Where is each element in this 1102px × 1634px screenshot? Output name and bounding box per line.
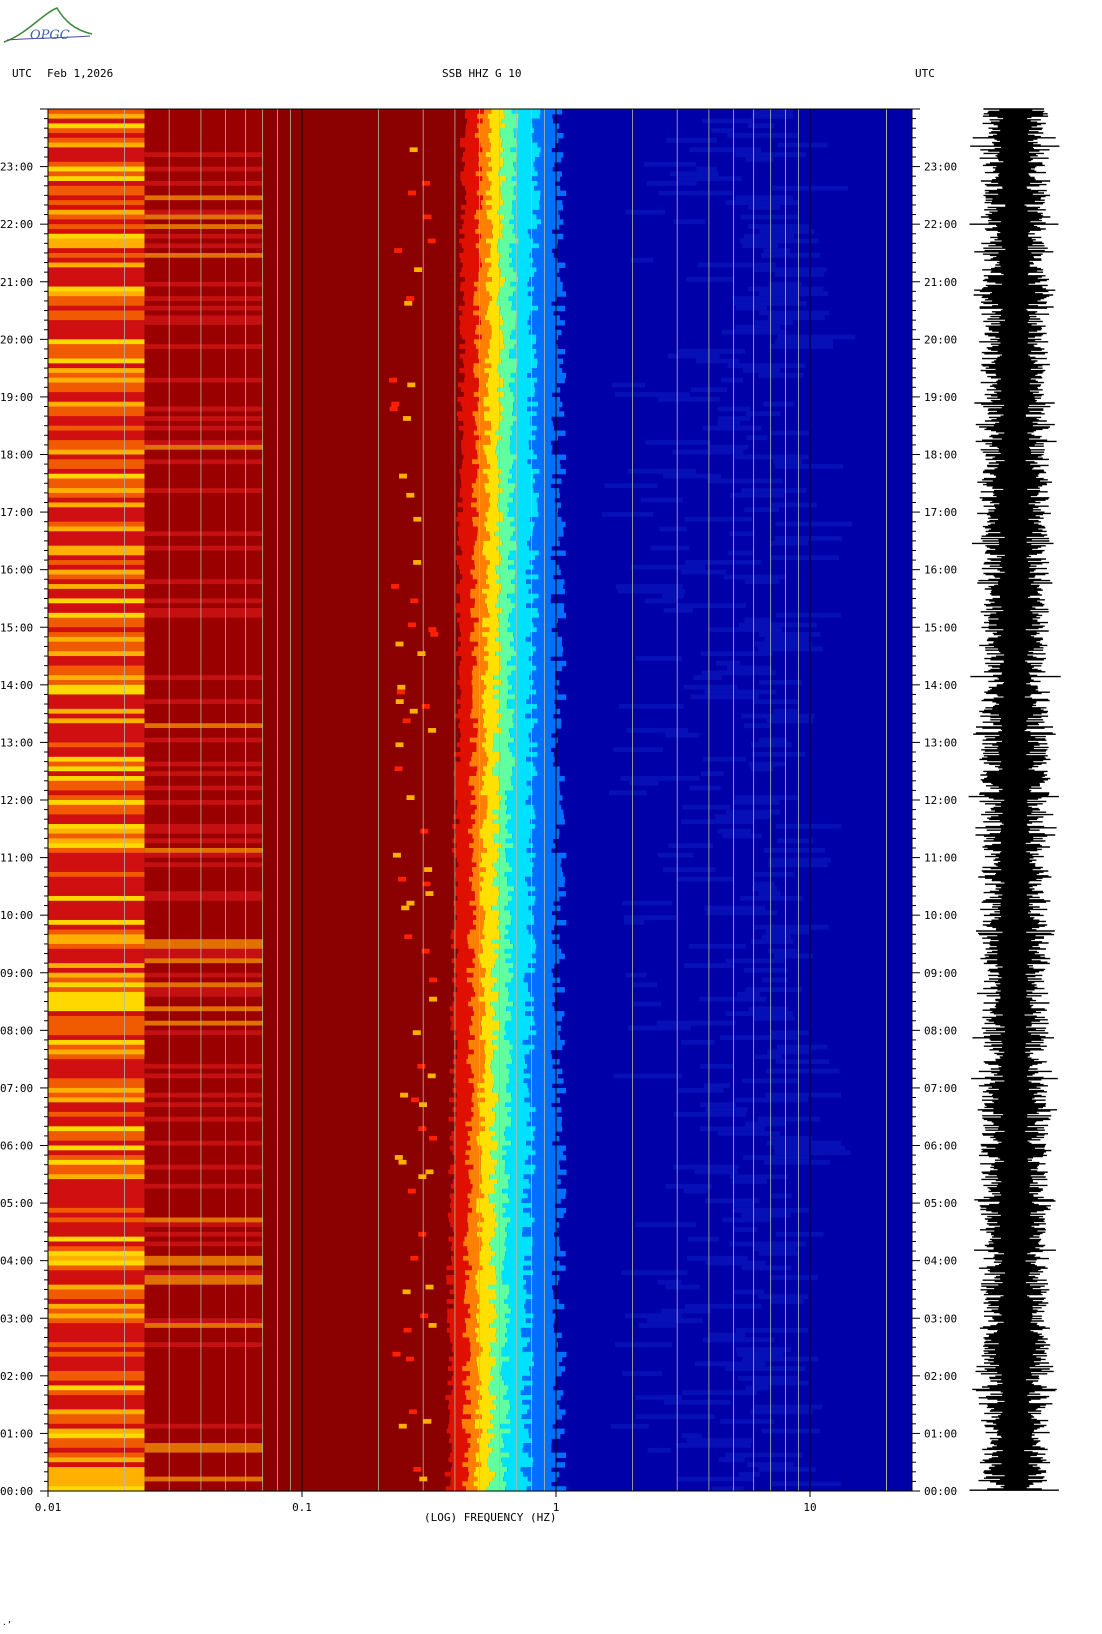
- y-tick-label-left: 01:00: [0, 1427, 33, 1440]
- y-tick-label-left: 14:00: [0, 679, 33, 692]
- y-tick-label-left: 20:00: [0, 333, 33, 346]
- y-tick-label-right: 15:00: [924, 621, 957, 634]
- y-tick-label-left: 13:00: [0, 736, 33, 749]
- y-tick-label-right: 22:00: [924, 218, 957, 231]
- spectrogram-row: [48, 919, 645, 926]
- y-tick-label-left: 10:00: [0, 909, 33, 922]
- y-tick-label-right: 10:00: [924, 909, 957, 922]
- y-tick-label-left: 02:00: [0, 1370, 33, 1383]
- y-tick-label-left: 21:00: [0, 276, 33, 289]
- waveform-trace: [968, 108, 1061, 1491]
- y-tick-label-left: 04:00: [0, 1255, 33, 1268]
- y-tick-label-right: 00:00: [924, 1485, 957, 1498]
- y-tick-label-left: 09:00: [0, 967, 33, 980]
- y-tick-label-right: 02:00: [924, 1370, 957, 1383]
- y-tick-label-left: 16:00: [0, 564, 33, 577]
- y-tick-label-right: 07:00: [924, 1082, 957, 1095]
- spectrogram-row: [48, 790, 647, 796]
- x-axis-label: (LOG) FREQUENCY (HZ): [424, 1511, 557, 1524]
- y-tick-label-left: 23:00: [0, 161, 33, 174]
- y-tick-label-left: 17:00: [0, 506, 33, 519]
- y-tick-label-right: 01:00: [924, 1427, 957, 1440]
- y-tick-label-right: 05:00: [924, 1197, 957, 1210]
- y-tick-label-right: 21:00: [924, 276, 957, 289]
- y-tick-label-left: 03:00: [0, 1312, 33, 1325]
- y-tick-label-left: 05:00: [0, 1197, 33, 1210]
- y-tick-label-right: 14:00: [924, 679, 957, 692]
- spectrogram-row: [48, 382, 646, 388]
- y-tick-label-right: 04:00: [924, 1255, 957, 1268]
- spectrogram-figure: 00:00 00:00 01:00 01:00 02:00 02:00 03:00 03:00…: [0, 108, 1061, 1514]
- y-tick-label-left: 22:00: [0, 218, 33, 231]
- y-tick-label-right: 20:00: [924, 333, 957, 346]
- x-tick-label: 0.1: [292, 1501, 312, 1514]
- y-tick-label-right: 13:00: [924, 736, 957, 749]
- y-tick-label-left: 11:00: [0, 852, 33, 865]
- y-tick-label-right: 12:00: [924, 794, 957, 807]
- y-tick-label-left: 06:00: [0, 1140, 33, 1153]
- y-tick-label-right: 03:00: [924, 1312, 957, 1325]
- x-tick-label: 0.01: [35, 1501, 62, 1514]
- y-tick-label-left: 12:00: [0, 794, 33, 807]
- y-tick-label-right: 08:00: [924, 1024, 957, 1037]
- y-tick-label-right: 18:00: [924, 449, 957, 462]
- y-tick-label-left: 07:00: [0, 1082, 33, 1095]
- y-tick-label-right: 06:00: [924, 1140, 957, 1153]
- y-tick-label-right: 16:00: [924, 564, 957, 577]
- y-tick-label-left: 08:00: [0, 1024, 33, 1037]
- y-tick-label-left: 18:00: [0, 449, 33, 462]
- y-tick-label-right: 09:00: [924, 967, 957, 980]
- y-tick-label-right: 23:00: [924, 161, 957, 174]
- y-tick-label-left: 19:00: [0, 391, 33, 404]
- y-tick-label-left: 00:00: [0, 1485, 33, 1498]
- y-tick-label-left: 15:00: [0, 621, 33, 634]
- y-tick-label-right: 19:00: [924, 391, 957, 404]
- x-tick-label: 10: [803, 1501, 816, 1514]
- y-tick-label-right: 11:00: [924, 852, 957, 865]
- footer-mark: ·’: [2, 1620, 12, 1629]
- y-tick-label-right: 17:00: [924, 506, 957, 519]
